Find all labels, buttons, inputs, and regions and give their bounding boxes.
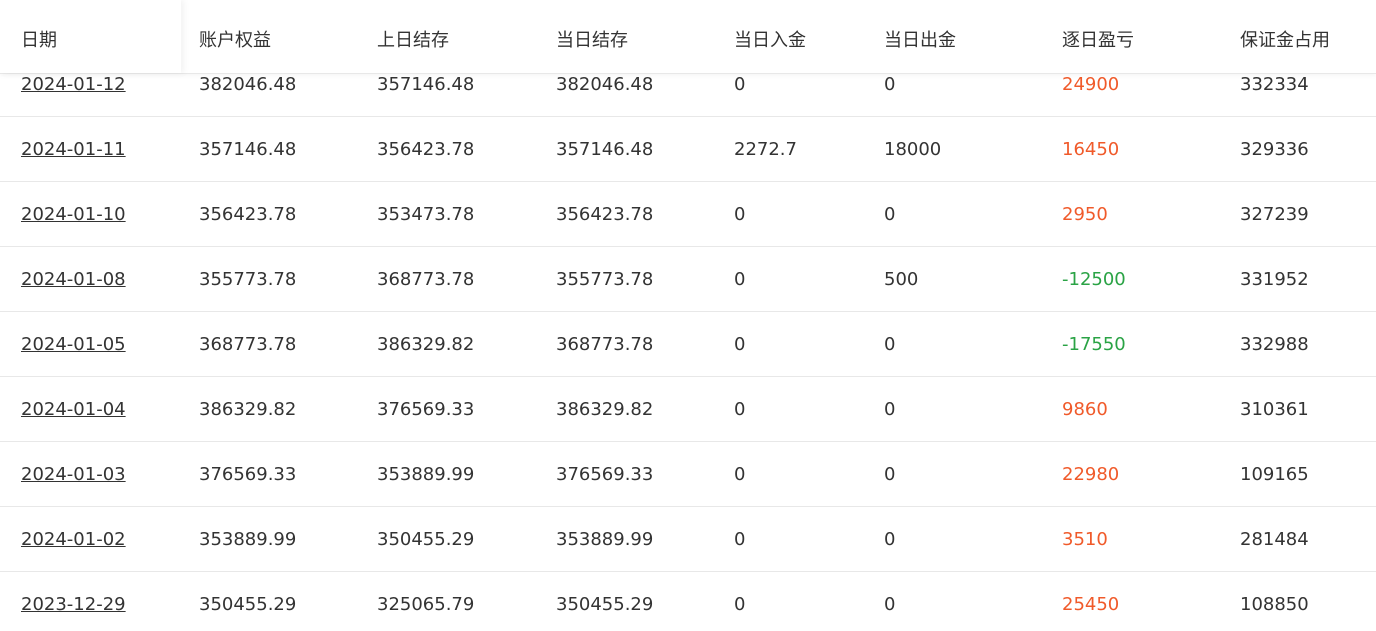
pnl-cell: 25450 xyxy=(1062,594,1120,615)
column-header-equity: 账户权益 xyxy=(199,30,271,51)
prev-balance-cell: 353473.78 xyxy=(377,204,475,225)
deposit-cell: 0 xyxy=(734,399,746,420)
withdraw-cell: 0 xyxy=(884,399,896,420)
equity-cell: 386329.82 xyxy=(199,399,297,420)
date-link[interactable]: 2024-01-05 xyxy=(21,312,126,377)
balance-cell: 356423.78 xyxy=(556,204,654,225)
equity-cell: 353889.99 xyxy=(199,529,297,550)
table-row: 2024-01-04 386329.82 376569.33 386329.82 0 0 9… xyxy=(0,377,1376,442)
column-header-pnl: 逐日盈亏 xyxy=(1062,30,1134,51)
equity-cell: 368773.78 xyxy=(199,334,297,355)
deposit-cell: 0 xyxy=(734,269,746,290)
prev-balance-cell: 353889.99 xyxy=(377,464,475,485)
daily-statement-table: 2024-01-12 382046.48 357146.48 382046.48 0 0 2… xyxy=(0,0,1376,631)
equity-cell: 356423.78 xyxy=(199,204,297,225)
table-header: 日期 账户权益 上日结存 当日结存 当日入金 当日出金 逐日盈亏 保证金占用 xyxy=(0,0,1376,74)
column-header-deposit: 当日入金 xyxy=(734,30,806,51)
column-header-withdraw: 当日出金 xyxy=(884,30,956,51)
balance-cell: 376569.33 xyxy=(556,464,654,485)
deposit-cell: 0 xyxy=(734,464,746,485)
margin-cell: 281484 xyxy=(1240,529,1309,550)
margin-cell: 332988 xyxy=(1240,334,1309,355)
pnl-cell: 2950 xyxy=(1062,204,1108,225)
table-row: 2023-12-29 350455.29 325065.79 350455.29 0 0 2… xyxy=(0,572,1376,631)
margin-cell: 310361 xyxy=(1240,399,1309,420)
date-link[interactable]: 2023-12-29 xyxy=(21,572,126,631)
date-link[interactable]: 2024-01-03 xyxy=(21,442,126,507)
pnl-cell: -17550 xyxy=(1062,334,1126,355)
date-link[interactable]: 2024-01-04 xyxy=(21,377,126,442)
balance-cell: 357146.48 xyxy=(556,139,654,160)
prev-balance-cell: 376569.33 xyxy=(377,399,475,420)
table-row: 2024-01-02 353889.99 350455.29 353889.99 0 0 3… xyxy=(0,507,1376,572)
table-row: 2024-01-10 356423.78 353473.78 356423.78 0 0 2… xyxy=(0,182,1376,247)
equity-cell: 376569.33 xyxy=(199,464,297,485)
table-row: 2024-01-11 357146.48 356423.78 357146.48 227… xyxy=(0,117,1376,182)
withdraw-cell: 0 xyxy=(884,594,896,615)
table-row: 2024-01-03 376569.33 353889.99 376569.33 0 0 2… xyxy=(0,442,1376,507)
column-header-balance: 当日结存 xyxy=(556,30,628,51)
pnl-cell: 3510 xyxy=(1062,529,1108,550)
margin-cell: 327239 xyxy=(1240,204,1309,225)
pnl-cell: 22980 xyxy=(1062,464,1120,485)
balance-cell: 386329.82 xyxy=(556,399,654,420)
balance-cell: 355773.78 xyxy=(556,269,654,290)
date-link[interactable]: 2024-01-10 xyxy=(21,182,126,247)
withdraw-cell: 0 xyxy=(884,204,896,225)
prev-balance-cell: 350455.29 xyxy=(377,529,475,550)
withdraw-cell: 500 xyxy=(884,269,919,290)
deposit-cell: 0 xyxy=(734,594,746,615)
margin-cell: 331952 xyxy=(1240,269,1309,290)
balance-cell: 350455.29 xyxy=(556,594,654,615)
withdraw-cell: 0 xyxy=(884,464,896,485)
table-row: 2024-01-08 355773.78 368773.78 355773.78 0 50… xyxy=(0,247,1376,312)
pnl-cell: 9860 xyxy=(1062,399,1108,420)
withdraw-cell: 18000 xyxy=(884,139,942,160)
deposit-cell: 0 xyxy=(734,334,746,355)
table-body: 2024-01-12 382046.48 357146.48 382046.48 0 0 2… xyxy=(0,52,1376,631)
withdraw-cell: 0 xyxy=(884,334,896,355)
pnl-cell: 16450 xyxy=(1062,139,1120,160)
balance-cell: 368773.78 xyxy=(556,334,654,355)
pnl-cell: -12500 xyxy=(1062,269,1126,290)
date-link[interactable]: 2024-01-08 xyxy=(21,247,126,312)
margin-cell: 109165 xyxy=(1240,464,1309,485)
table-row: 2024-01-05 368773.78 386329.82 368773.78 0 0 -… xyxy=(0,312,1376,377)
margin-cell: 329336 xyxy=(1240,139,1309,160)
column-header-prev-balance: 上日结存 xyxy=(377,30,449,51)
column-header-date: 日期 xyxy=(21,30,57,51)
prev-balance-cell: 356423.78 xyxy=(377,139,475,160)
margin-cell: 108850 xyxy=(1240,594,1309,615)
equity-cell: 355773.78 xyxy=(199,269,297,290)
date-link[interactable]: 2024-01-02 xyxy=(21,507,126,572)
equity-cell: 350455.29 xyxy=(199,594,297,615)
deposit-cell: 2272.7 xyxy=(734,139,797,160)
prev-balance-cell: 325065.79 xyxy=(377,594,475,615)
deposit-cell: 0 xyxy=(734,204,746,225)
date-link[interactable]: 2024-01-11 xyxy=(21,117,126,182)
column-header-margin: 保证金占用 xyxy=(1240,30,1330,51)
equity-cell: 357146.48 xyxy=(199,139,297,160)
prev-balance-cell: 368773.78 xyxy=(377,269,475,290)
prev-balance-cell: 386329.82 xyxy=(377,334,475,355)
deposit-cell: 0 xyxy=(734,529,746,550)
withdraw-cell: 0 xyxy=(884,529,896,550)
balance-cell: 353889.99 xyxy=(556,529,654,550)
